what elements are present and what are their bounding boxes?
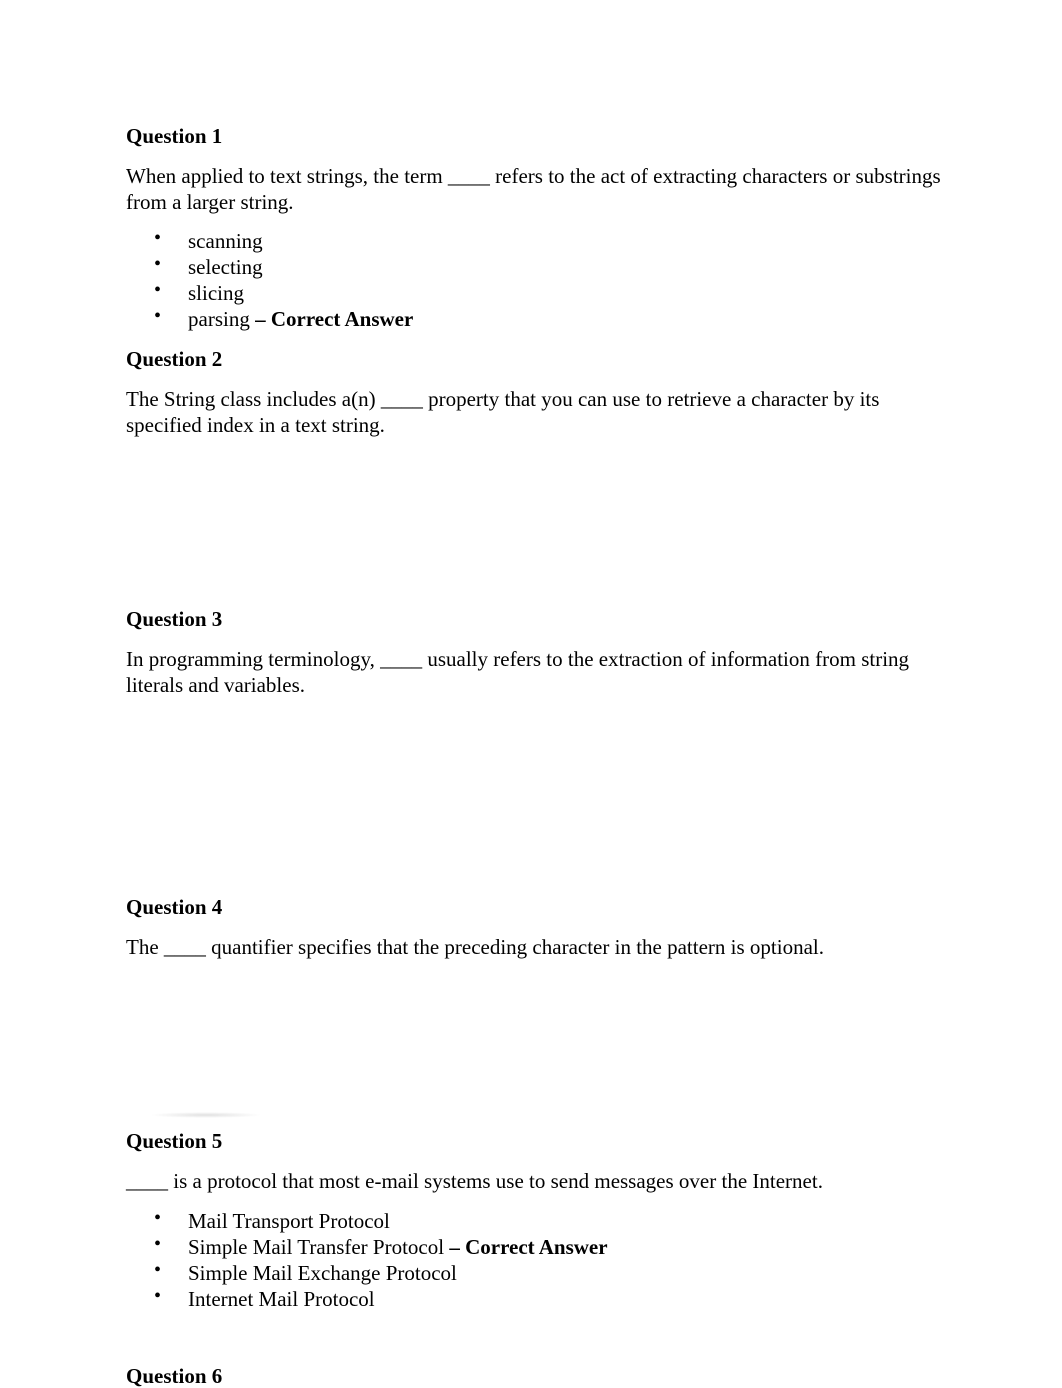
question-text: The ____ quantifier specifies that the p… xyxy=(126,935,824,959)
bullet-icon: • xyxy=(154,1285,162,1307)
question-text: The String class includes a(n) ____ prop… xyxy=(126,387,880,437)
question-title: Question 1 xyxy=(126,124,223,148)
question-title: Question 6 xyxy=(126,1364,223,1388)
answer-options: • Mail Transport Protocol • Simple Mail Tr… xyxy=(126,1207,608,1312)
answer-option-correct: • Simple Mail Transfer Protocol – Correct… xyxy=(154,1233,608,1259)
correct-answer-marker: – Correct Answer xyxy=(249,307,414,331)
answer-option: • scanning xyxy=(154,227,263,253)
bullet-icon: • xyxy=(154,227,162,249)
bullet-icon: • xyxy=(154,1259,162,1281)
question-title: Question 4 xyxy=(126,895,223,919)
question-text: ____ is a protocol that most e-mail syst… xyxy=(126,1169,823,1193)
answer-options: • scanning • selecting • slicing • parsing –… xyxy=(126,227,414,332)
answer-option: • Mail Transport Protocol xyxy=(154,1207,390,1233)
answer-option: • Internet Mail Protocol xyxy=(154,1285,375,1311)
bullet-icon: • xyxy=(154,279,162,301)
answer-option: • Simple Mail Exchange Protocol xyxy=(154,1259,457,1285)
correct-answer-marker: – Correct Answer xyxy=(444,1235,608,1259)
bullet-icon: • xyxy=(154,1233,162,1255)
answer-option: • slicing xyxy=(154,279,244,305)
question-title: Question 2 xyxy=(126,347,223,371)
bullet-icon: • xyxy=(154,305,162,327)
bullet-icon: • xyxy=(154,1207,162,1229)
answer-option-correct: • parsing – Correct Answer xyxy=(154,305,414,331)
question-text: In programming terminology, ____ usually… xyxy=(126,647,910,697)
question-title: Question 3 xyxy=(126,607,223,631)
answer-option: • selecting xyxy=(154,253,263,279)
bullet-icon: • xyxy=(154,253,162,275)
decorative-shadow xyxy=(150,1112,262,1118)
question-title: Question 5 xyxy=(126,1129,223,1153)
question-text: When applied to text strings, the term _… xyxy=(126,164,941,214)
